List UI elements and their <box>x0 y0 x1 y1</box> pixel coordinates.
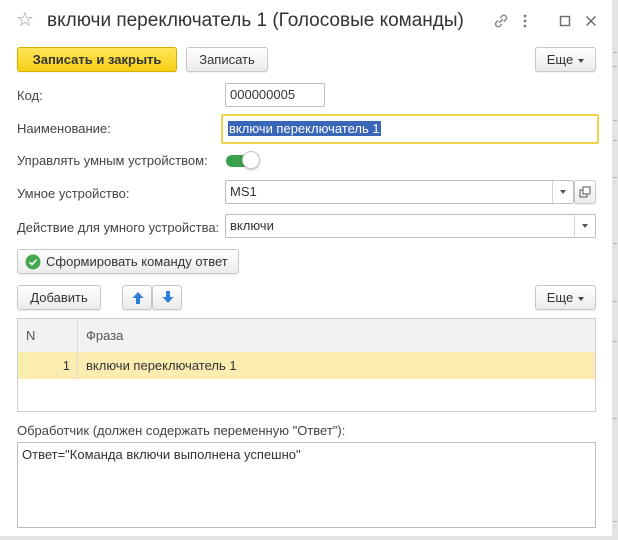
generate-answer-button[interactable]: Сформировать команду ответ <box>17 249 239 274</box>
action-field[interactable]: включи <box>225 214 596 238</box>
device-label: Умное устройство: <box>17 186 130 201</box>
action-value: включи <box>230 218 274 233</box>
name-field[interactable]: включи переключатель 1 <box>221 114 599 144</box>
device-value: MS1 <box>230 184 257 199</box>
toggle-knob <box>242 151 260 169</box>
table-more-button[interactable]: Еще <box>535 285 596 310</box>
close-icon[interactable] <box>582 12 600 30</box>
manage-device-toggle[interactable] <box>226 151 260 169</box>
code-field[interactable]: 000000005 <box>225 83 325 107</box>
more-vertical-icon[interactable] <box>516 12 534 30</box>
handler-code: Ответ="Команда включи выполнена успешно" <box>22 447 301 462</box>
name-label: Наименование: <box>17 121 111 136</box>
add-button[interactable]: Добавить <box>17 285 101 310</box>
handler-code-editor[interactable]: Ответ="Команда включи выполнена успешно" <box>17 442 596 528</box>
column-header-n[interactable]: N <box>26 319 35 352</box>
row-number: 1 <box>62 358 70 373</box>
save-button[interactable]: Записать <box>186 47 268 72</box>
check-circle-icon <box>25 254 41 270</box>
row-phrase: включи переключатель 1 <box>86 358 237 373</box>
table-row[interactable]: 1 включи переключатель 1 <box>18 352 595 379</box>
window-frame-right <box>612 0 618 540</box>
arrow-down-icon <box>162 291 174 303</box>
link-icon[interactable] <box>492 12 510 30</box>
move-up-button[interactable] <box>122 285 152 310</box>
device-dropdown-button[interactable] <box>552 181 573 203</box>
table-more-label: Еще <box>546 290 574 305</box>
chevron-down-icon <box>578 296 585 301</box>
title-bar: ☆ включи переключатель 1 (Голосовые кома… <box>0 0 612 44</box>
phrases-table[interactable]: N Фраза 1 включи переключатель 1 <box>17 318 596 412</box>
column-header-phrase[interactable]: Фраза <box>86 319 123 352</box>
window-title: включи переключатель 1 (Голосовые команд… <box>47 10 464 31</box>
window-frame-bottom <box>0 536 612 540</box>
name-value: включи переключатель 1 <box>228 121 381 136</box>
device-field[interactable]: MS1 <box>225 180 574 204</box>
chevron-down-icon <box>582 224 588 228</box>
arrow-up-icon <box>132 292 144 304</box>
more-menu-button[interactable]: Еще <box>535 47 596 72</box>
save-and-close-button[interactable]: Записать и закрыть <box>17 47 177 72</box>
chevron-down-icon <box>578 58 585 63</box>
move-down-button[interactable] <box>152 285 182 310</box>
generate-answer-label: Сформировать команду ответ <box>46 254 228 269</box>
action-label: Действие для умного устройства: <box>17 220 220 235</box>
star-icon[interactable]: ☆ <box>16 10 34 30</box>
open-device-button[interactable] <box>574 180 596 204</box>
chevron-down-icon <box>560 190 566 194</box>
column-divider <box>77 319 78 379</box>
open-link-icon <box>579 186 591 198</box>
maximize-icon[interactable] <box>556 12 574 30</box>
action-dropdown-button[interactable] <box>574 215 595 237</box>
code-label: Код: <box>17 88 43 103</box>
manage-device-label: Управлять умным устройством: <box>17 153 208 168</box>
more-button-label: Еще <box>546 52 574 67</box>
table-header: N Фраза <box>18 319 595 353</box>
handler-label: Обработчик (должен содержать переменную … <box>17 423 346 438</box>
